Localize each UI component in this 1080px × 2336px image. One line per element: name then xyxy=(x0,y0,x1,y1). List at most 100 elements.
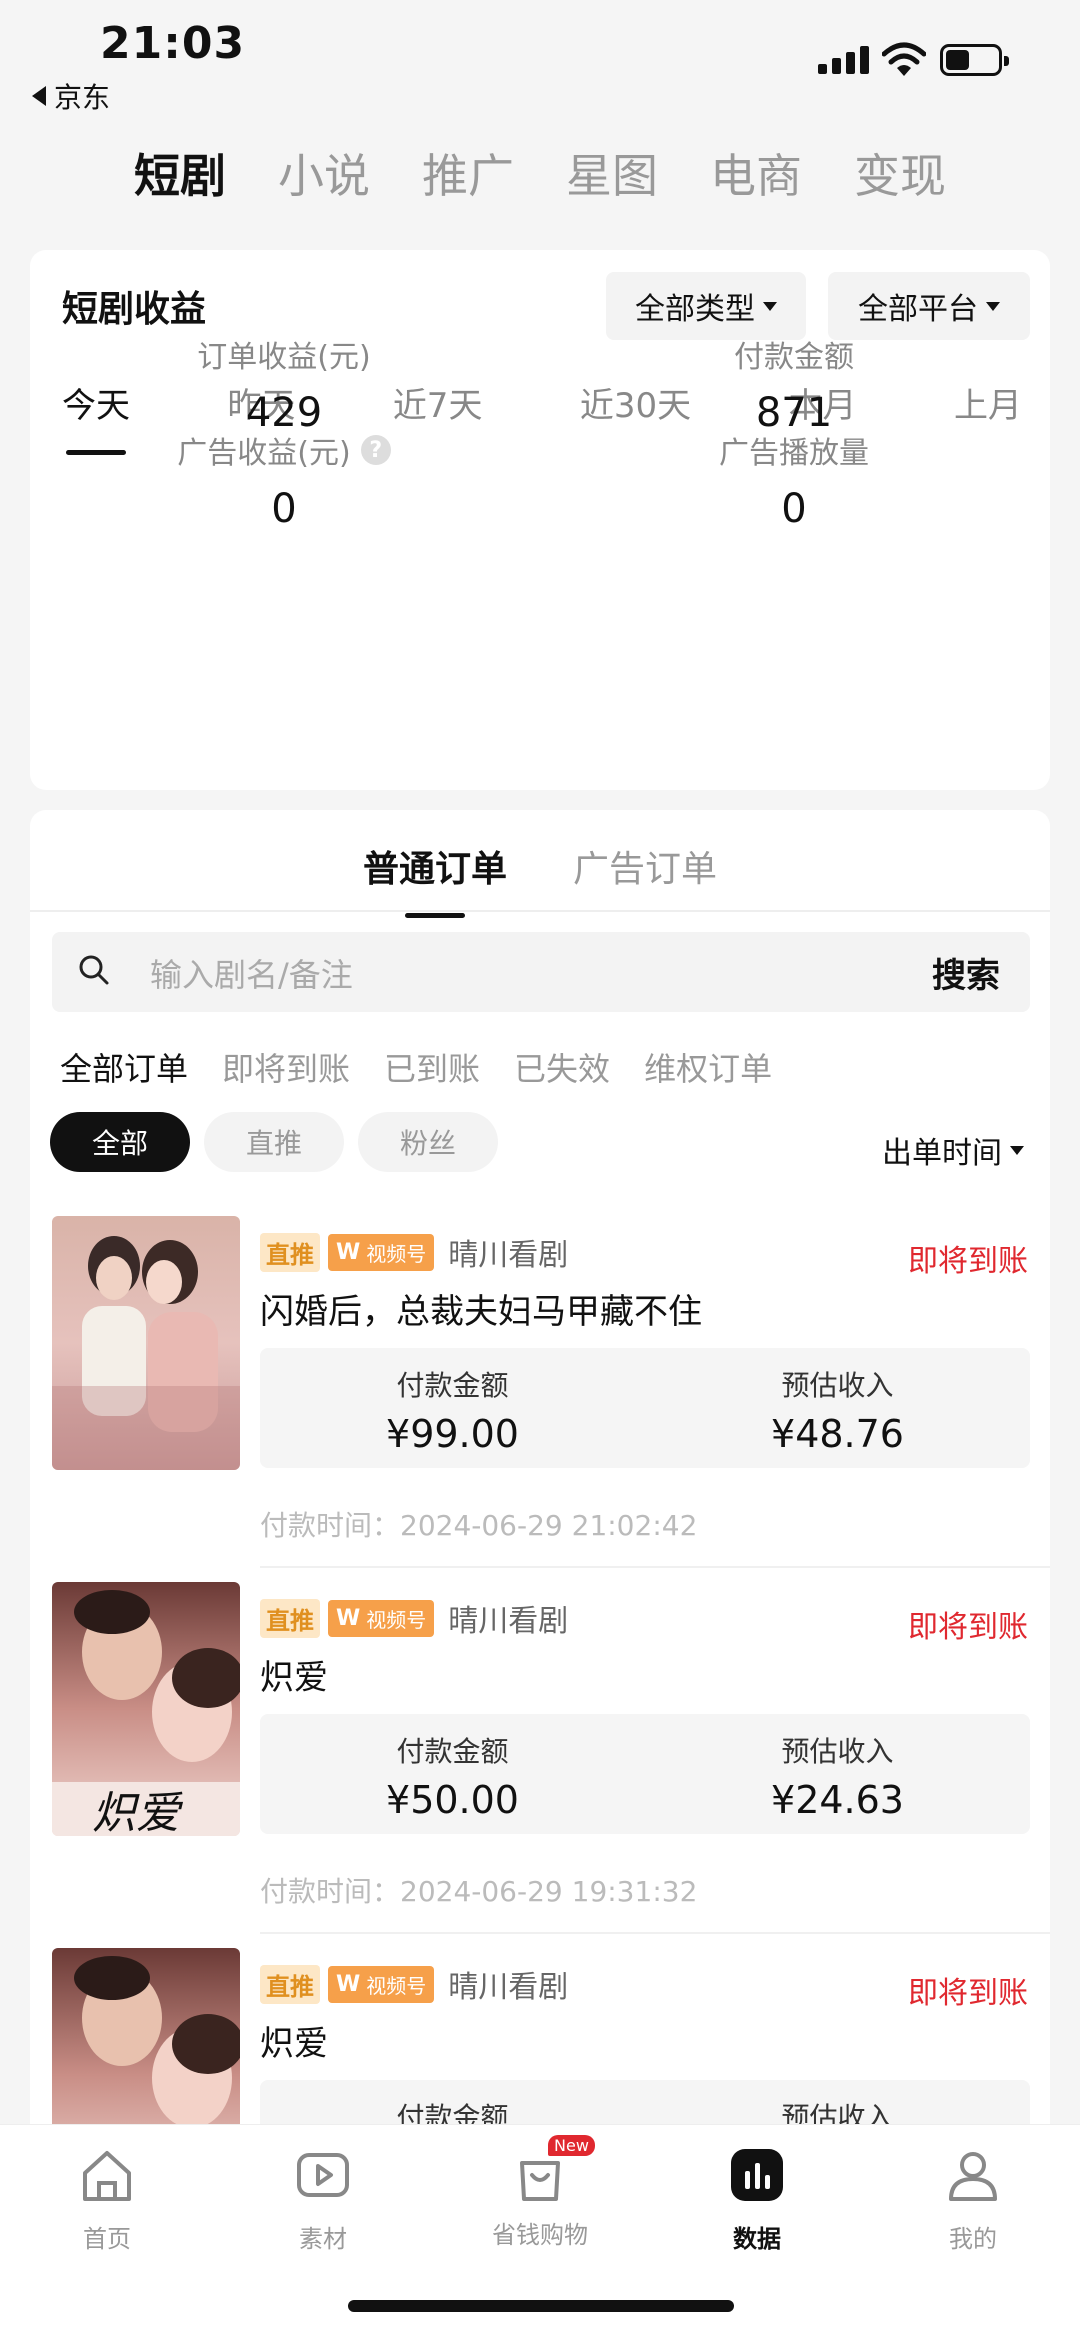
tag-video-label: 视频号 xyxy=(366,1973,427,1998)
back-to-app-button[interactable]: 京东 xyxy=(32,76,110,116)
chip-fans[interactable]: 粉丝 xyxy=(358,1112,498,1172)
order-tags: 直推 W 视频号 晴川看剧 xyxy=(260,1230,568,1274)
tab-ecommerce[interactable]: 电商 xyxy=(710,140,802,206)
paid-amount-block: 付款金额 xyxy=(260,2080,645,2130)
type-filter-label: 全部类型 xyxy=(635,292,755,327)
search-input[interactable]: 输入剧名/备注 xyxy=(150,950,353,996)
order-amounts: 付款金额 ¥99.00 预估收入 ¥48.76 xyxy=(260,1348,1030,1468)
order-amounts: 付款金额 ¥50.00 预估收入 ¥24.63 xyxy=(260,1714,1030,1834)
tag-video-channel: W 视频号 xyxy=(328,1965,435,2003)
sort-dropdown[interactable]: 出单时间 xyxy=(882,1128,1024,1172)
type-filter-dropdown[interactable]: 全部类型 xyxy=(606,272,806,340)
chip-direct[interactable]: 直推 xyxy=(204,1112,344,1172)
paid-amount-block: 付款金额 ¥50.00 xyxy=(260,1714,645,1834)
income-block: 预估收入 ¥48.76 xyxy=(645,1348,1030,1468)
home-indicator[interactable] xyxy=(348,2300,734,2312)
back-triangle-icon xyxy=(32,86,46,106)
drama-poster-image xyxy=(52,1216,240,1470)
user-icon xyxy=(949,2152,997,2201)
top-tabs: 短剧 小说 推广 星图 电商 变现 xyxy=(134,140,946,206)
income-block: 预估收入 ¥24.63 xyxy=(645,1714,1030,1834)
orders-card: 普通订单 广告订单 输入剧名/备注 搜索 全部订单 即将到账 已到账 已失效 维… xyxy=(30,810,1050,2130)
nav-data-label: 数据 xyxy=(733,2225,781,2253)
metric-ad-plays: 广告播放量 0 xyxy=(594,428,994,532)
svg-text:炽爱: 炽爱 xyxy=(92,1788,184,1836)
chip-all[interactable]: 全部 xyxy=(50,1112,190,1172)
nav-mine-label: 我的 xyxy=(949,2225,997,2253)
video-channel-icon: W xyxy=(336,1605,361,1631)
sort-label: 出单时间 xyxy=(882,1136,1002,1171)
tab-promotion[interactable]: 推广 xyxy=(422,140,514,206)
order-status: 即将到账 xyxy=(908,1976,1028,2011)
paid-value: ¥99.00 xyxy=(386,1412,519,1456)
channel-name: 晴川看剧 xyxy=(448,1970,569,2005)
video-channel-icon: W xyxy=(336,1971,361,1997)
paid-label: 付款金额 xyxy=(396,1735,509,1768)
earnings-title: 短剧收益 xyxy=(62,289,207,330)
divider xyxy=(30,910,1050,912)
video-channel-icon: W xyxy=(336,1239,361,1265)
nav-data[interactable]: 数据 xyxy=(682,2145,832,2254)
order-status: 即将到账 xyxy=(908,1244,1028,1279)
filter-all-orders[interactable]: 全部订单 xyxy=(60,1044,188,1090)
wifi-icon xyxy=(882,42,926,76)
divider xyxy=(260,1932,1050,1934)
nav-materials[interactable]: 素材 xyxy=(248,2145,398,2254)
status-filter-tabs: 全部订单 即将到账 已到账 已失效 维权订单 xyxy=(60,1044,772,1090)
nav-materials-label: 素材 xyxy=(299,2225,347,2253)
tag-direct: 直推 xyxy=(260,1964,320,2004)
nav-home[interactable]: 首页 xyxy=(32,2145,182,2254)
metric-order-income: 订单收益(元) 429 xyxy=(84,332,484,436)
nav-mine[interactable]: 我的 xyxy=(898,2145,1048,2254)
caret-down-icon xyxy=(1010,1145,1024,1155)
status-bar: 21:03 京东 xyxy=(0,0,1080,120)
filter-expired[interactable]: 已失效 xyxy=(514,1044,610,1090)
play-icon xyxy=(297,2153,349,2197)
source-chips: 全部 直推 粉丝 xyxy=(50,1112,498,1172)
ad-income-value: 0 xyxy=(271,486,297,532)
income-value: ¥48.76 xyxy=(771,1412,904,1456)
order-type-tabs: 普通订单 广告订单 xyxy=(30,840,1050,892)
back-app-label: 京东 xyxy=(54,81,111,114)
payment-time: 付款时间：2024-06-29 21:02:42 xyxy=(260,1509,698,1542)
filter-pending[interactable]: 即将到账 xyxy=(222,1044,350,1090)
tab-novel[interactable]: 小说 xyxy=(278,140,370,206)
battery-icon xyxy=(940,44,1009,76)
tab-short-drama[interactable]: 短剧 xyxy=(134,140,226,206)
nav-shopping[interactable]: New 省钱购物 xyxy=(465,2135,615,2250)
ad-plays-value: 0 xyxy=(781,486,807,532)
ad-plays-label: 广告播放量 xyxy=(719,436,869,471)
tab-normal-orders[interactable]: 普通订单 xyxy=(363,840,507,892)
platform-filter-dropdown[interactable]: 全部平台 xyxy=(828,272,1030,340)
income-value: ¥24.63 xyxy=(771,1778,904,1822)
order-item[interactable]: 直推 W 视频号 晴川看剧 即将到账 闪婚后，总裁夫妇马甲藏不住 付款金额 ¥9… xyxy=(30,1216,1050,1582)
income-block: 预估收入 xyxy=(645,2080,1030,2130)
order-item[interactable]: 炽爱 直推 W 视频号 晴川看剧 即将到账 炽爱 付款金额 ¥50.00 预估收… xyxy=(30,1582,1050,1948)
income-label: 预估收入 xyxy=(781,1369,894,1402)
paid-label: 付款金额 xyxy=(396,1369,509,1402)
filter-settled[interactable]: 已到账 xyxy=(384,1044,480,1090)
help-question-icon[interactable]: ? xyxy=(360,435,391,465)
channel-name: 晴川看剧 xyxy=(448,1604,569,1639)
shopping-bag-icon-wrap: New xyxy=(510,2135,595,2205)
order-tags: 直推 W 视频号 晴川看剧 xyxy=(260,1962,568,2006)
order-title: 炽爱 xyxy=(260,1658,328,1698)
ad-income-label: 广告收益(元) xyxy=(177,436,351,471)
paid-value: ¥50.00 xyxy=(386,1778,519,1822)
tab-monetize[interactable]: 变现 xyxy=(854,140,946,206)
drama-poster-image xyxy=(52,1948,240,2130)
caret-down-icon xyxy=(986,301,1000,311)
metric-paid-amount: 付款金额 871 xyxy=(594,332,994,436)
order-item[interactable]: 直推 W 视频号 晴川看剧 即将到账 炽爱 付款金额 预估收入 xyxy=(30,1948,1050,2130)
tag-direct: 直推 xyxy=(260,1598,320,1638)
filter-disputed[interactable]: 维权订单 xyxy=(644,1044,772,1090)
tab-xingtu[interactable]: 星图 xyxy=(566,140,658,206)
search-button[interactable]: 搜索 xyxy=(932,948,1000,997)
order-title: 炽爱 xyxy=(260,2024,328,2064)
platform-filter-label: 全部平台 xyxy=(858,292,978,327)
order-title: 闪婚后，总裁夫妇马甲藏不住 xyxy=(260,1292,702,1332)
search-bar[interactable]: 输入剧名/备注 搜索 xyxy=(52,932,1030,1012)
nav-shopping-label: 省钱购物 xyxy=(492,2221,588,2249)
status-time: 21:03 xyxy=(100,18,246,69)
tab-ad-orders[interactable]: 广告订单 xyxy=(573,840,717,892)
